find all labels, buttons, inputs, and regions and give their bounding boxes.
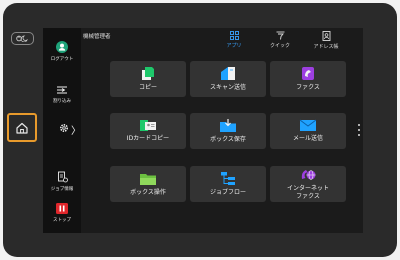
tile-internet-fax-label-line1: インターネット xyxy=(286,184,329,192)
tile-box-operation-label: ボックス操作 xyxy=(130,188,166,196)
tile-internet-fax-label-line2: ファクス xyxy=(296,192,320,200)
tile-email-send[interactable]: メール送信 xyxy=(270,113,346,149)
tile-email-send-label: メール送信 xyxy=(292,135,323,142)
tile-box-save[interactable]: ボックス保存 xyxy=(190,113,266,149)
stop-button[interactable]: ストップ xyxy=(43,203,81,223)
tile-copy[interactable]: コピー xyxy=(110,61,186,97)
tile-scan-send[interactable]: スキャン送信 xyxy=(190,61,266,97)
tile-box-save-label: ボックス保存 xyxy=(210,136,246,143)
job-status-icon xyxy=(57,171,68,183)
scan-send-icon xyxy=(221,67,235,80)
tab-quick-label: クイック xyxy=(269,43,290,49)
tab-quick[interactable]: クイック xyxy=(264,31,296,49)
stop-icon xyxy=(56,203,68,214)
logout-label: ログアウト xyxy=(50,57,74,62)
home-icon xyxy=(16,122,28,134)
tile-fax[interactable]: ファクス xyxy=(270,61,346,97)
more-options-icon[interactable] xyxy=(358,124,360,136)
power-save-button[interactable] xyxy=(11,32,34,45)
tile-scan-send-label: スキャン送信 xyxy=(209,84,246,91)
job-status-label: ジョブ情報 xyxy=(50,187,74,192)
tile-id-card-copy-label: IDカードコピー xyxy=(126,135,170,142)
mail-icon xyxy=(299,119,317,131)
id-card-icon xyxy=(140,120,156,131)
home-button[interactable] xyxy=(7,113,37,142)
tile-id-card-copy[interactable]: IDカードコピー xyxy=(110,113,186,149)
fax-icon xyxy=(302,67,314,80)
apps-grid-icon xyxy=(229,31,239,40)
box-save-icon xyxy=(220,119,236,132)
quick-icon xyxy=(276,31,284,40)
tile-box-operation[interactable]: ボックス操作 xyxy=(110,166,186,202)
tile-fax-label: ファクス xyxy=(296,84,320,91)
tile-copy-label: コピー xyxy=(138,84,157,91)
tab-apps[interactable]: アプリ xyxy=(218,31,250,49)
job-flow-icon xyxy=(221,172,235,185)
admin-user-label: 機械管理者 xyxy=(83,34,111,40)
copy-icon xyxy=(142,67,154,80)
tab-apps-label: アプリ xyxy=(226,43,242,49)
interrupt-label: 割り込み xyxy=(53,99,71,104)
stop-label: ストップ xyxy=(53,218,71,223)
tile-internet-fax[interactable]: インターネット ファクス xyxy=(270,166,346,202)
interrupt-icon xyxy=(57,86,67,94)
address-book-icon xyxy=(322,31,330,41)
gear-icon xyxy=(59,123,69,133)
user-logout-icon xyxy=(56,41,68,53)
folder-icon xyxy=(140,173,156,185)
internet-fax-icon xyxy=(301,169,316,180)
tile-job-flow-label: ジョブフロー xyxy=(209,189,246,196)
settings-chevron-icon[interactable]: 〉 xyxy=(71,122,81,137)
job-status-button[interactable]: ジョブ情報 xyxy=(43,171,81,192)
interrupt-button[interactable]: 割り込み xyxy=(43,85,81,104)
tile-internet-fax-label: インターネット ファクス xyxy=(287,185,329,201)
logout-button[interactable]: ログアウト xyxy=(43,41,81,62)
tab-address-book[interactable]: アドレス帳 xyxy=(310,31,342,50)
tab-address-book-label: アドレス帳 xyxy=(313,44,339,50)
tile-job-flow[interactable]: ジョブフロー xyxy=(190,166,266,202)
power-save-icon xyxy=(16,35,28,42)
